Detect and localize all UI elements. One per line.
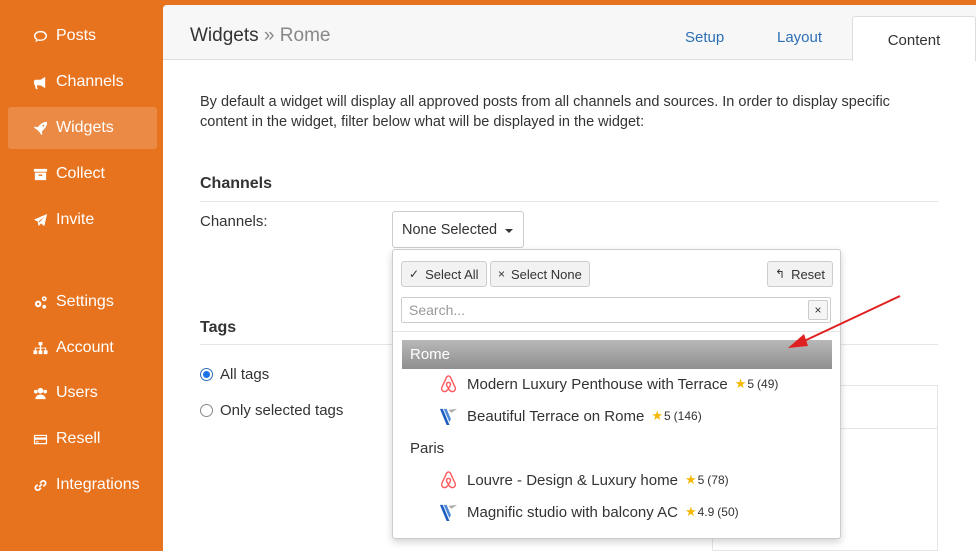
sidebar-item-integrations[interactable]: Integrations [8, 464, 157, 506]
channels-dropdown-button[interactable]: None Selected [392, 211, 524, 248]
tab-content[interactable]: Content [852, 16, 976, 61]
sidebar-item-collect[interactable]: Collect [8, 153, 157, 195]
radio-only-selected-tags[interactable]: Only selected tags [200, 402, 343, 419]
archive-icon [32, 166, 48, 182]
rating-value: 5 [663, 409, 671, 423]
megaphone-icon [32, 74, 48, 90]
option-group-paris[interactable]: Paris [410, 440, 444, 457]
option-title: Beautiful Terrace on Rome [467, 407, 645, 425]
breadcrumb-root[interactable]: Widgets [190, 25, 259, 46]
vrbo-icon [438, 405, 458, 427]
paper-plane-icon [32, 212, 48, 228]
sidebar-item-invite[interactable]: Invite [8, 199, 157, 241]
option-title: Magnific studio with balcony AC [467, 503, 678, 521]
list-item[interactable]: Beautiful Terrace on Rome ★ 5 (146) [438, 405, 702, 427]
sidebar-item-label: Settings [56, 293, 114, 310]
option-title: Modern Luxury Penthouse with Terrace [467, 375, 728, 393]
sidebar-item-label: Resell [56, 430, 101, 447]
rating-value: 4.9 [697, 505, 715, 519]
sidebar: Posts Channels Widgets Collect Invite Se… [0, 0, 160, 551]
star-icon: ★ [684, 472, 697, 487]
radio-button[interactable] [200, 404, 213, 417]
breadcrumb-current: Rome [279, 25, 331, 46]
select-all-button[interactable]: ✓ Select All [401, 261, 487, 287]
sidebar-item-posts[interactable]: Posts [8, 15, 157, 57]
list-item[interactable]: Modern Luxury Penthouse with Terrace ★ 5… [438, 373, 778, 395]
link-icon [32, 477, 48, 493]
rating-value: 5 [697, 473, 705, 487]
review-count: (50) [717, 505, 739, 519]
users-icon [32, 385, 48, 401]
sidebar-item-settings[interactable]: Settings [8, 281, 157, 323]
tab-setup[interactable]: Setup [685, 29, 724, 46]
reset-button[interactable]: ↰ Reset [767, 261, 834, 287]
select-none-label: Select None [511, 266, 582, 282]
breadcrumb: Widgets » Rome [190, 25, 330, 47]
channels-section-title: Channels [200, 175, 273, 192]
undo-icon: ↰ [775, 267, 786, 281]
rating-value: 5 [747, 377, 755, 391]
reset-label: Reset [791, 266, 826, 282]
channels-dropdown-value: None Selected [402, 221, 498, 238]
channels-label: Channels: [200, 213, 268, 230]
review-count: (49) [757, 377, 779, 391]
sidebar-item-channels[interactable]: Channels [8, 61, 157, 103]
divider [393, 331, 840, 332]
divider [200, 201, 938, 202]
list-item[interactable]: Magnific studio with balcony AC ★ 4.9 (5… [438, 501, 739, 523]
x-icon: × [498, 267, 506, 281]
sidebar-item-label: Widgets [56, 119, 114, 136]
credit-card-icon [32, 431, 48, 447]
select-none-button[interactable]: × Select None [490, 261, 590, 287]
sidebar-item-widgets[interactable]: Widgets [8, 107, 157, 149]
gears-icon [32, 294, 48, 310]
breadcrumb-separator: » [263, 25, 275, 46]
sidebar-item-label: Users [56, 384, 98, 401]
review-count: (78) [707, 473, 729, 487]
rocket-icon [32, 120, 48, 136]
sidebar-item-users[interactable]: Users [8, 372, 157, 414]
star-icon: ★ [651, 408, 663, 423]
radio-all-tags[interactable]: All tags [200, 366, 269, 383]
airbnb-icon [438, 469, 458, 491]
tags-section-title: Tags [200, 319, 237, 336]
search-box: × [401, 297, 831, 323]
annotation-arrow-icon [788, 295, 901, 348]
sidebar-item-label: Invite [56, 211, 95, 228]
radio-label: All tags [220, 366, 270, 383]
sidebar-item-label: Posts [56, 27, 97, 44]
radio-button-checked[interactable] [200, 368, 213, 381]
star-icon: ★ [734, 376, 747, 391]
sidebar-item-label: Integrations [56, 476, 140, 493]
vrbo-icon [438, 501, 458, 523]
option-group-rome[interactable]: Rome [402, 340, 832, 369]
comment-icon [32, 28, 48, 44]
channels-dropdown-menu: ✓ Select All × Select None ↰ Reset × Rom… [392, 249, 841, 539]
airbnb-icon [438, 373, 458, 395]
sidebar-item-label: Account [56, 339, 114, 356]
star-icon: ★ [684, 504, 697, 519]
radio-label: Only selected tags [220, 402, 344, 419]
select-all-label: Select All [425, 266, 479, 282]
sidebar-item-label: Collect [56, 165, 105, 182]
list-item[interactable]: Louvre - Design & Luxury home ★ 5 (78) [438, 469, 729, 491]
tab-layout[interactable]: Layout [777, 29, 822, 46]
caret-down-icon [505, 229, 513, 233]
page-header: Widgets » Rome Setup Layout Content [163, 5, 976, 61]
intro-text: By default a widget will display all app… [200, 94, 890, 130]
sidebar-item-label: Channels [56, 73, 124, 90]
sidebar-item-resell[interactable]: Resell [8, 418, 157, 460]
review-count: (146) [673, 409, 702, 423]
sitemap-icon [32, 340, 48, 356]
search-input[interactable] [402, 298, 802, 322]
check-icon: ✓ [409, 267, 420, 281]
option-title: Louvre - Design & Luxury home [467, 471, 678, 489]
sidebar-item-account[interactable]: Account [8, 327, 157, 369]
